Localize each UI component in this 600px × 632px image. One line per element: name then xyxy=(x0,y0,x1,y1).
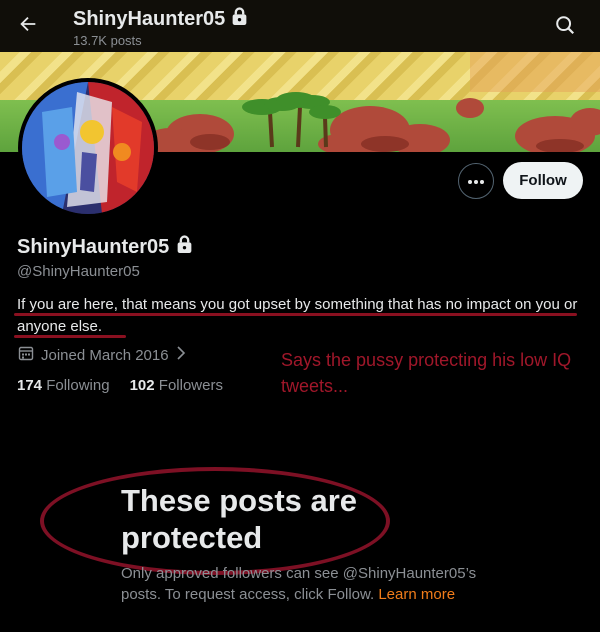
chevron-right-icon xyxy=(176,346,186,364)
search-button[interactable] xyxy=(554,14,578,38)
calendar-icon xyxy=(18,345,34,365)
followers-link[interactable]: 102 Followers xyxy=(130,377,223,394)
following-label: Following xyxy=(46,377,110,394)
bio-underline-mark xyxy=(14,335,126,338)
follow-stats: 174 Following 102 Followers xyxy=(17,377,223,394)
profile-name: ShinyHaunter05 xyxy=(17,235,193,260)
followers-count: 102 xyxy=(129,377,155,394)
follow-button[interactable]: Follow xyxy=(503,162,583,199)
joined-label: Joined March 2016 xyxy=(41,346,169,364)
protected-title: These posts are protected xyxy=(121,483,358,555)
profile-bio: If you are here, that means you got upse… xyxy=(17,296,578,335)
back-arrow-icon xyxy=(17,13,39,40)
header-post-count: 13.7K posts xyxy=(73,33,142,48)
search-icon xyxy=(554,16,576,40)
top-bar: ShinyHaunter05 13.7K posts xyxy=(0,0,600,52)
more-options-button[interactable] xyxy=(458,163,494,199)
header-display-name: ShinyHaunter05 xyxy=(73,8,226,30)
bio-underline-mark xyxy=(14,313,577,316)
more-dots-icon xyxy=(467,172,485,190)
profile-display-name: ShinyHaunter05 xyxy=(17,236,170,258)
following-link[interactable]: 174 Following xyxy=(17,377,110,394)
lock-icon xyxy=(176,235,193,260)
avatar[interactable] xyxy=(18,78,158,218)
back-button[interactable] xyxy=(14,12,42,40)
protected-description: Only approved followers can see @ShinyHa… xyxy=(121,563,491,605)
overlay-annotation-text: Says the pussy protecting his low IQ twe… xyxy=(281,350,572,396)
lock-icon xyxy=(231,7,248,32)
profile-handle: @ShinyHaunter05 xyxy=(17,263,140,280)
header-name: ShinyHaunter05 xyxy=(73,7,248,32)
avatar-artwork xyxy=(22,82,154,214)
joined-date[interactable]: Joined March 2016 xyxy=(18,345,186,365)
followers-label: Followers xyxy=(158,377,223,394)
learn-more-link[interactable]: Learn more xyxy=(378,586,455,603)
following-count: 174 xyxy=(17,377,43,394)
